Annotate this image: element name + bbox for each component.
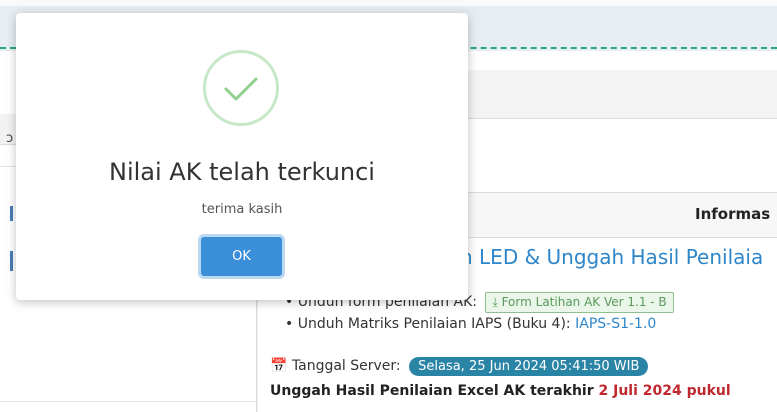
dialog-message: terima kasih	[201, 202, 283, 217]
check-icon	[203, 50, 279, 126]
success-dialog: Nilai AK telah terkunci terima kasih OK	[16, 13, 468, 300]
check-icon-svg	[224, 77, 258, 101]
ok-button[interactable]: OK	[201, 237, 282, 276]
dialog-title: Nilai AK telah terkunci	[109, 158, 375, 186]
modal-overlay: Nilai AK telah terkunci terima kasih OK	[0, 0, 777, 412]
